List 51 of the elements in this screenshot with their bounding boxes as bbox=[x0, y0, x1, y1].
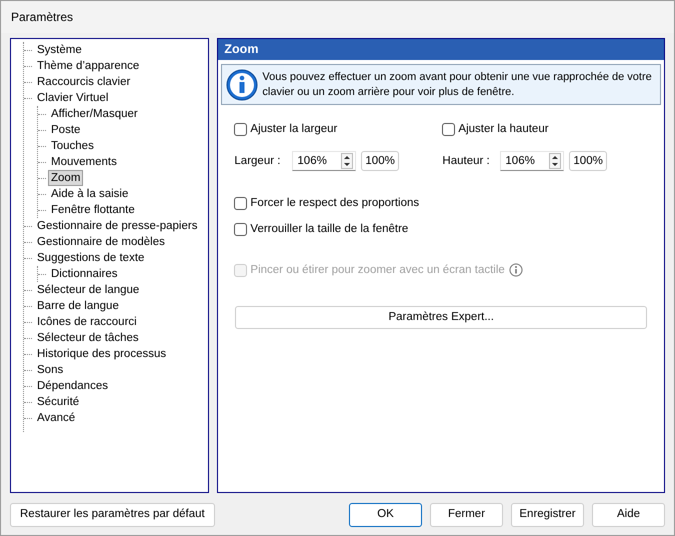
checkbox-label: Pincer ou étirer pour zoomer avec un écran tactile bbox=[250, 262, 505, 278]
tree-item[interactable]: Sécurité bbox=[34, 394, 82, 410]
tree-item[interactable]: Afficher/Masquer bbox=[48, 106, 141, 122]
reset-button[interactable]: 100% bbox=[569, 151, 607, 172]
dialog-button[interactable]: Fermer bbox=[430, 503, 503, 527]
checkbox-label: Ajuster la hauteur bbox=[458, 122, 549, 137]
tree-item[interactable]: Suggestions de texte bbox=[34, 250, 148, 266]
dialog-button[interactable]: Enregistrer bbox=[511, 503, 584, 527]
panel-title: Zoom bbox=[218, 39, 664, 60]
tree-item[interactable]: Icônes de raccourci bbox=[34, 314, 140, 330]
dialog-button[interactable]: OK bbox=[349, 503, 422, 527]
info-icon[interactable] bbox=[508, 263, 523, 278]
dialog-button[interactable]: Aide bbox=[592, 503, 665, 527]
tree-item[interactable]: Historique des processus bbox=[34, 346, 170, 362]
tree-item[interactable]: Fenêtre flottante bbox=[48, 202, 138, 218]
tree-item[interactable]: Poste bbox=[48, 122, 84, 138]
tree-item[interactable]: Mouvements bbox=[48, 154, 120, 170]
tree-item[interactable]: Aide à la saisie bbox=[48, 186, 132, 202]
tree-item[interactable]: Thème d’apparence bbox=[34, 58, 142, 74]
tree-item[interactable]: Gestionnaire de presse-papiers bbox=[34, 218, 200, 234]
checkbox-label: Ajuster la largeur bbox=[250, 122, 338, 137]
spin-arrows-icon[interactable] bbox=[341, 153, 354, 170]
field-label: Largeur : bbox=[234, 154, 282, 169]
checkbox[interactable] bbox=[234, 123, 248, 136]
info-icon bbox=[226, 68, 258, 100]
tree-item[interactable]: Raccourcis clavier bbox=[34, 74, 134, 90]
checkbox[interactable] bbox=[234, 197, 248, 210]
tree-item[interactable]: Barre de langue bbox=[34, 298, 122, 314]
tree-item[interactable]: Dépendances bbox=[34, 378, 111, 394]
spin-field[interactable]: 106% bbox=[500, 151, 564, 172]
field-label: Hauteur : bbox=[442, 154, 491, 169]
tree-item[interactable]: Clavier Virtuel bbox=[34, 90, 112, 106]
checkbox-label: Verrouiller la taille de la fenêtre bbox=[250, 222, 408, 236]
spin-arrows-icon[interactable] bbox=[549, 153, 562, 170]
tree-item[interactable]: Touches bbox=[48, 138, 97, 154]
tree-item[interactable]: Sélecteur de tâches bbox=[34, 330, 142, 346]
checkbox-label: Forcer le respect des proportions bbox=[250, 196, 420, 212]
spin-field[interactable]: 106% bbox=[292, 151, 356, 172]
tree-item[interactable]: Sons bbox=[34, 362, 66, 378]
tree-item[interactable]: Zoom bbox=[48, 170, 84, 186]
checkbox[interactable] bbox=[234, 222, 248, 236]
reset-button[interactable]: 100% bbox=[361, 151, 399, 172]
info-text: Vous pouvez effectuer un zoom avant pour obtenir une vue rapprochée de votre clavier ou un zoom arrière pour voir plus de fenêtre. bbox=[262, 70, 653, 100]
tree-item[interactable]: Dictionnaires bbox=[48, 266, 120, 282]
expert-settings-button[interactable]: Paramètres Expert... bbox=[235, 306, 647, 329]
restore-defaults-button[interactable]: Restaurer les paramètres par défaut bbox=[10, 503, 215, 527]
tree-item[interactable]: Gestionnaire de modèles bbox=[34, 234, 168, 250]
tree-item[interactable]: Avancé bbox=[34, 410, 78, 426]
tree-item[interactable]: Système bbox=[34, 42, 85, 58]
checkbox[interactable] bbox=[442, 123, 456, 136]
tree-item[interactable]: Sélecteur de langue bbox=[34, 282, 142, 298]
